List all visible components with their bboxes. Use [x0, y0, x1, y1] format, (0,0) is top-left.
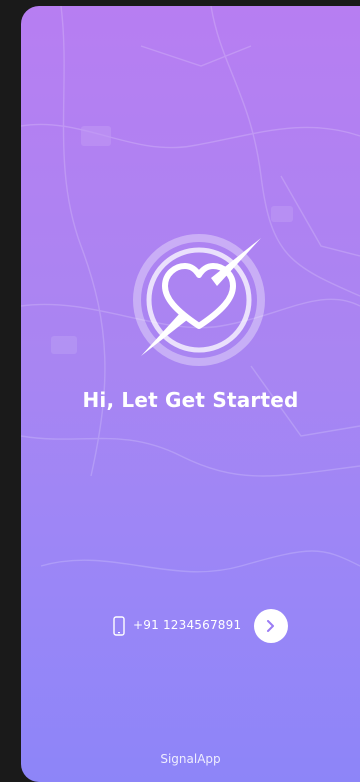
compass-heart-logo	[133, 234, 265, 366]
device-frame: Hi, Let Get Started +91 1234567891 Signa…	[0, 0, 360, 782]
phone-number-text[interactable]: +91 1234567891	[133, 618, 241, 632]
smartphone-icon	[113, 616, 125, 636]
chevron-right-icon	[267, 620, 274, 632]
footer-brand: SignalApp	[160, 752, 221, 766]
onboarding-screen: Hi, Let Get Started +91 1234567891 Signa…	[21, 6, 360, 782]
next-button[interactable]	[254, 609, 288, 643]
phone-login-row: +91 1234567891	[21, 606, 360, 646]
page-title: Hi, Let Get Started	[82, 388, 299, 412]
